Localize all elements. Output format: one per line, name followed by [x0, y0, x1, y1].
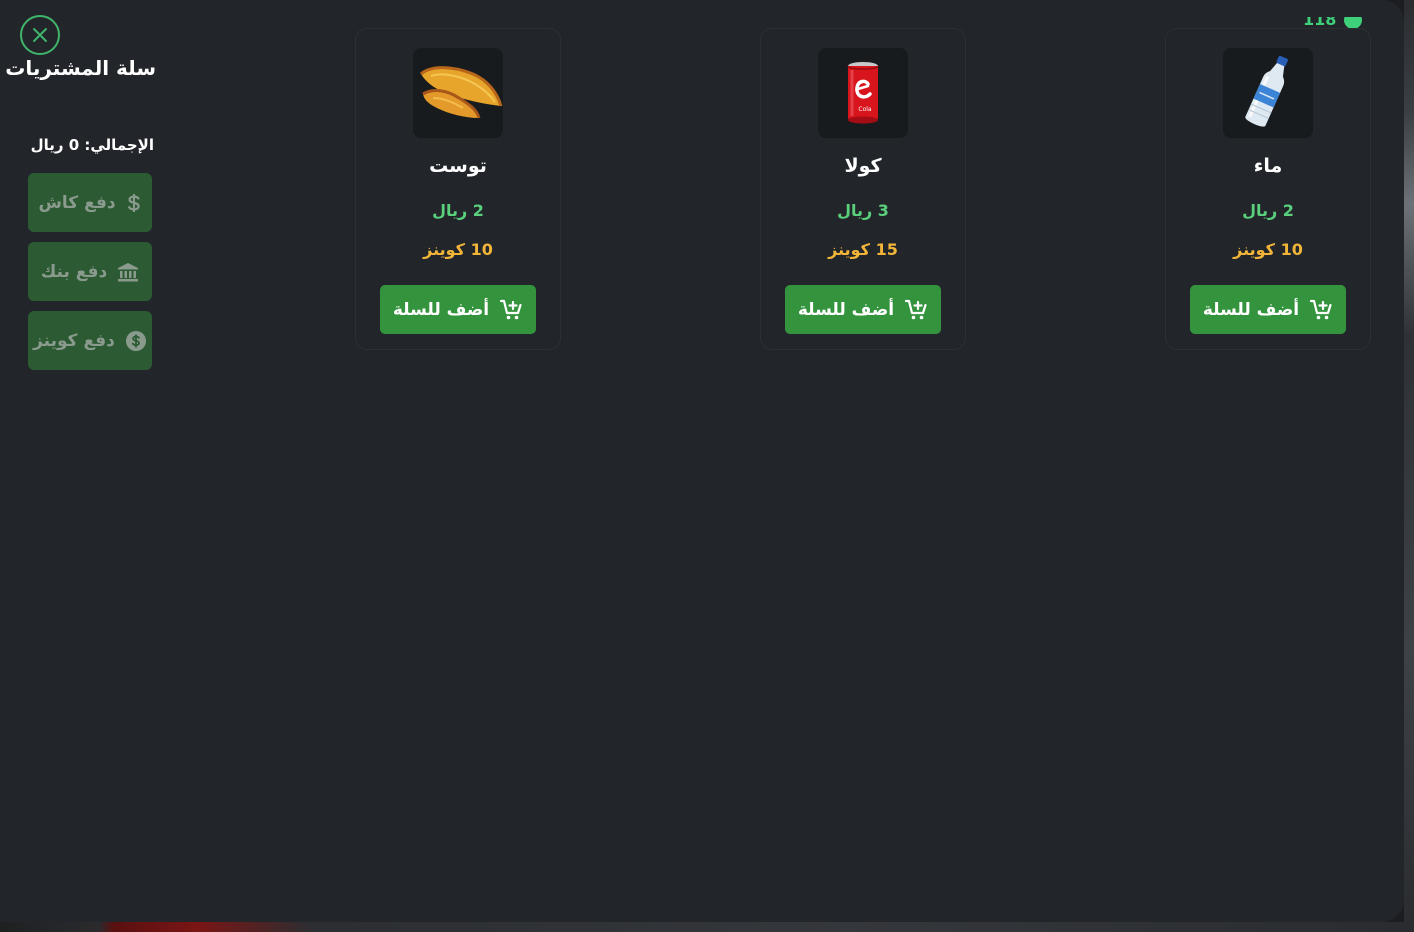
pay-coins-button[interactable]: دفع كوينز [28, 311, 152, 370]
pay-coins-label: دفع كوينز [33, 330, 115, 351]
product-card-toast: توست 2 ريال 10 كوينز أضف للسلة [355, 28, 561, 350]
add-to-cart-button-cola[interactable]: أضف للسلة [785, 285, 941, 334]
cart-add-icon [1310, 299, 1332, 319]
add-to-cart-label: أضف للسلة [392, 299, 490, 320]
product-card-cola: Cola كولا 3 ريال 15 كوينز أضف للسلة [760, 28, 966, 350]
add-to-cart-label: أضف للسلة [1202, 299, 1300, 320]
cola-can-image: Cola [818, 48, 908, 138]
dollar-icon [127, 193, 140, 212]
cart-add-icon [905, 299, 927, 319]
product-name: ماء [1253, 155, 1283, 177]
product-coins-price: 10 كوينز [1233, 240, 1303, 259]
shop-panel: 118 سلة المشتريات الإجمالي: 0 ريال دفع ك… [0, 0, 1404, 922]
cart-title: سلة المشتريات [5, 56, 156, 80]
pay-bank-label: دفع بنك [40, 261, 108, 282]
coin-icon [125, 330, 146, 351]
water-bottle-image [1223, 48, 1313, 138]
product-price: 2 ريال [1242, 201, 1294, 220]
svg-text:Cola: Cola [858, 106, 872, 113]
cart-total: الإجمالي: 0 ريال [30, 136, 154, 154]
bank-icon [118, 262, 139, 281]
cart-add-icon [500, 299, 522, 319]
game-world-background-bottom [0, 922, 1414, 932]
add-to-cart-label: أضف للسلة [797, 299, 895, 320]
close-button[interactable] [20, 15, 60, 55]
close-icon [33, 28, 47, 42]
add-to-cart-button-water[interactable]: أضف للسلة [1190, 285, 1346, 334]
add-to-cart-button-toast[interactable]: أضف للسلة [380, 285, 536, 334]
pay-cash-label: دفع كاش [38, 192, 116, 213]
game-world-background [1404, 0, 1414, 932]
product-coins-price: 15 كوينز [828, 240, 898, 259]
product-price: 2 ريال [432, 201, 484, 220]
product-name: كولا [844, 155, 882, 177]
product-coins-price: 10 كوينز [423, 240, 493, 259]
product-card-water: ماء 2 ريال 10 كوينز أضف للسلة [1165, 28, 1371, 350]
pay-bank-button[interactable]: دفع بنك [28, 242, 152, 301]
pay-cash-button[interactable]: دفع كاش [28, 173, 152, 232]
product-name: توست [429, 155, 487, 177]
product-price: 3 ريال [837, 201, 889, 220]
toast-image [413, 48, 503, 138]
